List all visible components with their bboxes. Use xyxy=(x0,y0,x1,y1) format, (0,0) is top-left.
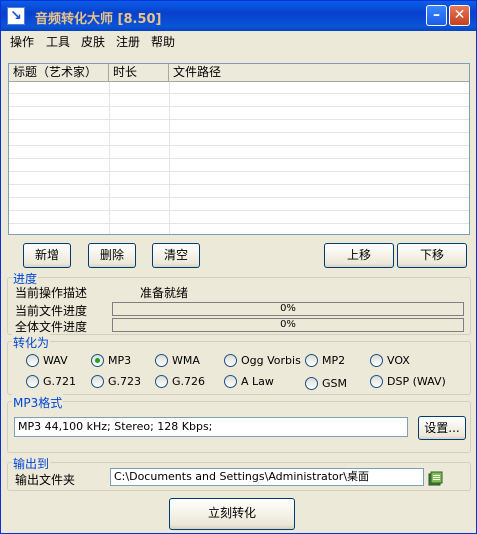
move-up-button[interactable]: 上移 xyxy=(324,243,394,268)
format-legend: MP3格式 xyxy=(12,394,64,411)
output-legend: 输出到 xyxy=(12,455,51,472)
file-progress-text: 0% xyxy=(280,303,296,314)
table-row[interactable] xyxy=(9,147,469,159)
table-row[interactable] xyxy=(9,199,469,211)
menu-register[interactable]: 注册 xyxy=(116,33,140,50)
radio-circle[interactable] xyxy=(155,354,168,367)
close-button[interactable]: ✕ xyxy=(449,5,470,26)
window-title: 音频转化大师 [8.50] xyxy=(35,12,162,27)
list-header: 标题（艺术家） 时长 文件路径 xyxy=(9,64,469,82)
radio-circle[interactable] xyxy=(370,354,383,367)
column-file-path[interactable]: 文件路径 xyxy=(169,64,469,81)
radio-circle[interactable] xyxy=(91,375,104,388)
file-progress-bar: 0% xyxy=(112,302,464,316)
radio-circle[interactable] xyxy=(26,354,39,367)
main-window: ↘ 音频转化大师 [8.50] – ✕ 操作 工具 皮肤 注册 帮助 标题（艺术… xyxy=(0,0,477,534)
column-divider xyxy=(169,82,170,234)
minimize-button[interactable]: – xyxy=(426,5,447,26)
radio-label: VOX xyxy=(387,354,410,367)
delete-button[interactable]: 删除 xyxy=(88,243,136,268)
column-duration[interactable]: 时长 xyxy=(109,64,169,81)
table-row[interactable] xyxy=(9,95,469,107)
radio-label: A Law xyxy=(241,375,274,388)
radio-circle[interactable] xyxy=(370,375,383,388)
convert-legend: 转化为 xyxy=(12,334,51,351)
current-op-value: 准备就绪 xyxy=(140,286,189,300)
radio-label: DSP (WAV) xyxy=(387,375,446,388)
settings-button[interactable]: 设置... xyxy=(418,416,466,440)
title-bar[interactable]: ↘ 音频转化大师 [8.50] – ✕ xyxy=(1,1,476,31)
progress-group: 进度 当前操作描述 准备就绪 当前文件进度 0% 全体文件进度 0% xyxy=(7,270,471,335)
app-icon: ↘ xyxy=(7,7,25,25)
output-folder-label: 输出文件夹 xyxy=(15,473,76,487)
file-progress-label: 当前文件进度 xyxy=(15,304,88,318)
radio-circle[interactable] xyxy=(305,354,318,367)
total-progress-bar: 0% xyxy=(112,318,464,332)
table-row[interactable] xyxy=(9,186,469,198)
column-title-artist[interactable]: 标题（艺术家） xyxy=(9,64,109,81)
current-op-label: 当前操作描述 xyxy=(15,286,88,300)
table-row[interactable] xyxy=(9,121,469,133)
radio-circle[interactable] xyxy=(26,375,39,388)
menu-bar: 操作 工具 皮肤 注册 帮助 xyxy=(1,31,476,51)
radio-circle[interactable] xyxy=(224,375,237,388)
radio-label: G.721 xyxy=(43,375,77,388)
radio-label: GSM xyxy=(322,377,347,390)
radio-circle[interactable] xyxy=(91,354,104,367)
radio-label: MP2 xyxy=(322,354,346,367)
column-divider xyxy=(109,82,110,234)
menu-help[interactable]: 帮助 xyxy=(151,33,175,50)
menu-skin[interactable]: 皮肤 xyxy=(81,33,105,50)
format-group: MP3格式 MP3 44,100 kHz; Stereo; 128 Kbps; … xyxy=(7,394,471,453)
radio-circle[interactable] xyxy=(155,375,168,388)
browse-folder-icon[interactable] xyxy=(428,471,444,486)
table-row[interactable] xyxy=(9,82,469,94)
total-progress-text: 0% xyxy=(280,319,296,330)
radio-circle[interactable] xyxy=(224,354,237,367)
radio-circle[interactable] xyxy=(305,377,318,390)
list-body[interactable] xyxy=(9,82,469,234)
radio-label: Ogg Vorbis xyxy=(241,354,301,367)
radio-label: G.723 xyxy=(108,375,142,388)
radio-label: WAV xyxy=(43,354,68,367)
file-list[interactable]: 标题（艺术家） 时长 文件路径 xyxy=(8,63,470,235)
convert-now-button[interactable]: 立刻转化 xyxy=(169,498,295,530)
radio-label: WMA xyxy=(172,354,200,367)
menu-tools[interactable]: 工具 xyxy=(46,33,70,50)
add-button[interactable]: 新增 xyxy=(23,243,71,268)
radio-label: MP3 xyxy=(108,354,132,367)
output-folder-field[interactable]: C:\Documents and Settings\Administrator\… xyxy=(110,468,424,486)
total-progress-label: 全体文件进度 xyxy=(15,320,88,334)
radio-label: G.726 xyxy=(172,375,206,388)
clear-button[interactable]: 清空 xyxy=(152,243,200,268)
move-down-button[interactable]: 下移 xyxy=(397,243,467,268)
table-row[interactable] xyxy=(9,160,469,172)
convert-group: 转化为 WAV MP3 WMA Ogg Vorbis MP2 VOX G.721 G.723 G… xyxy=(7,334,471,395)
menu-operate[interactable]: 操作 xyxy=(10,33,34,50)
table-row[interactable] xyxy=(9,225,469,234)
output-group: 输出到 输出文件夹 C:\Documents and Settings\Admi… xyxy=(7,455,471,491)
table-row[interactable] xyxy=(9,134,469,146)
table-row[interactable] xyxy=(9,173,469,185)
format-info-field: MP3 44,100 kHz; Stereo; 128 Kbps; xyxy=(14,417,408,437)
table-row[interactable] xyxy=(9,108,469,120)
table-row[interactable] xyxy=(9,212,469,224)
